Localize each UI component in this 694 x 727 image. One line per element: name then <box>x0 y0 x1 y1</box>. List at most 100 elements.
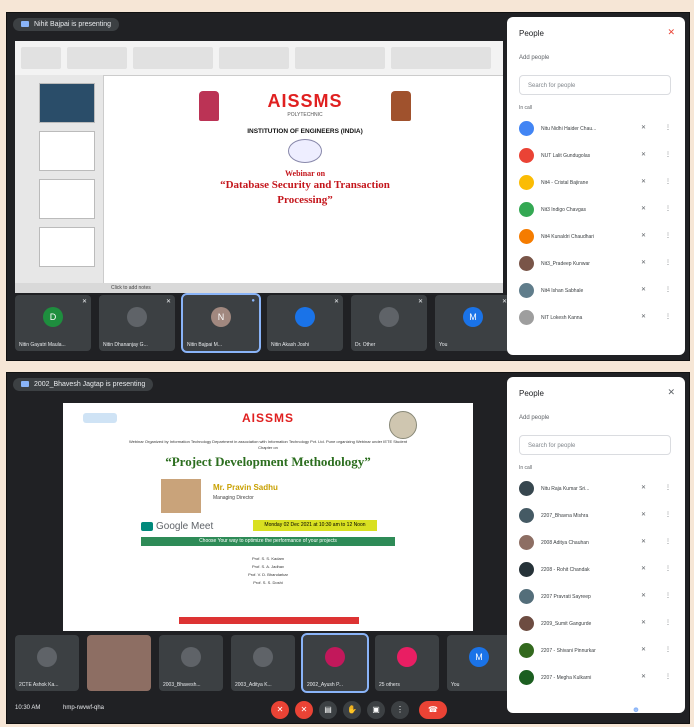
search-input[interactable]: Search for people <box>519 75 671 95</box>
present-button[interactable]: ▣ <box>367 701 385 719</box>
more-icon[interactable]: ⋮ <box>665 178 671 185</box>
participant-tile[interactable]: D ✕ Nitin Gayatri Maula... <box>15 295 91 351</box>
list-item[interactable]: 2207 - Shivani Pinnurkar ✕ ⋮ <box>517 639 677 666</box>
more-icon[interactable]: ⋮ <box>665 151 671 158</box>
avatar <box>519 310 534 325</box>
more-icon[interactable]: ⋮ <box>665 646 671 653</box>
list-item[interactable]: NIT Lokesh Kanna ✕ ⋮ <box>517 306 677 333</box>
camera-toggle-button[interactable]: ✕ <box>295 701 313 719</box>
mic-toggle-button[interactable]: ✕ <box>271 701 289 719</box>
list-item[interactable]: Nitu Raja Kumar Sri... ✕ ⋮ <box>517 477 677 504</box>
more-icon[interactable]: ⋮ <box>665 286 671 293</box>
partner-logo <box>83 413 117 423</box>
mic-off-icon: ✕ <box>641 485 647 491</box>
list-item[interactable]: Nit4 - Cristal Bajirane ✕ ⋮ <box>517 171 677 198</box>
meet-window-1: Nihit Bajpai is presenting AISSMS POLYTE… <box>6 12 690 361</box>
list-item[interactable]: Nit3_Pradeep Kunwar ✕ ⋮ <box>517 252 677 279</box>
more-icon[interactable]: ⋮ <box>665 619 671 626</box>
list-item[interactable]: Nit4 Kunaldri Chaudhari ✕ ⋮ <box>517 225 677 252</box>
list-item[interactable]: 2207 Pravrati Sayreep ✕ ⋮ <box>517 585 677 612</box>
more-icon[interactable]: ⋮ <box>665 313 671 320</box>
presenting-pill[interactable]: Nihit Bajpai is presenting <box>13 17 120 31</box>
more-icon[interactable]: ⋮ <box>665 565 671 572</box>
avatar: N <box>211 307 231 327</box>
avatar <box>127 307 147 327</box>
people-icon[interactable]: ☻ <box>627 701 645 719</box>
participant-tile[interactable]: 2003_Aditya K... <box>231 635 295 691</box>
notes-bar[interactable]: Click to add notes <box>15 283 503 293</box>
thumbnail[interactable] <box>39 227 95 267</box>
people-list: Nitu Nidhi Haider Chau... ✕ ⋮ NUT Lalit Gu… <box>517 117 677 333</box>
close-icon[interactable]: ✕ <box>667 387 675 398</box>
person-name: Nitu Raja Kumar Sri... <box>541 486 590 492</box>
search-input[interactable]: Search for people <box>519 435 671 455</box>
more-icon[interactable]: ⋮ <box>665 673 671 680</box>
participant-video[interactable] <box>87 635 151 691</box>
tile-name: Nitin Gayatri Maula... <box>19 342 66 348</box>
list-item[interactable]: 2008 Aditya Chauhan ✕ ⋮ <box>517 531 677 558</box>
more-icon[interactable]: ⋮ <box>665 259 671 266</box>
participant-tile-active[interactable]: 2002_Ayush P... <box>301 633 369 693</box>
more-options-button[interactable]: ⋮ <box>391 701 409 719</box>
more-icon[interactable]: ⋮ <box>665 484 671 491</box>
list-item[interactable]: 2207 - Megha Kulkarni ✕ ⋮ <box>517 666 677 693</box>
list-item[interactable]: 2208 - Rohit Chandak ✕ ⋮ <box>517 558 677 585</box>
slide-thumbnails <box>15 75 104 283</box>
tile-name: Dr. Other <box>355 342 376 348</box>
chat-icon[interactable]: ▭ <box>647 701 665 719</box>
avatar: M <box>469 647 489 667</box>
mic-off-icon: ✕ <box>165 299 171 305</box>
participant-tile[interactable]: M You <box>447 635 511 691</box>
more-icon[interactable]: ⋮ <box>665 205 671 212</box>
avatar <box>519 508 534 523</box>
list-item[interactable]: 2209_Sumit Gangurde ✕ ⋮ <box>517 612 677 639</box>
participant-tile[interactable]: 2CTE Ashok Ka... <box>15 635 79 691</box>
participant-tile[interactable]: M ✕ You <box>435 295 511 351</box>
others-tile[interactable]: 25 others <box>375 635 439 691</box>
participant-tile[interactable]: ✕ Nitin Dhananjay G... <box>99 295 175 351</box>
more-icon[interactable]: ⋮ <box>665 592 671 599</box>
list-item[interactable]: 2207_Bhavna Mishra ✕ ⋮ <box>517 504 677 531</box>
mic-off-icon: ✕ <box>641 593 647 599</box>
captions-button[interactable]: ▤ <box>319 701 337 719</box>
people-panel: People ✕ Add people Search for people In… <box>507 17 685 355</box>
list-item[interactable]: Nitu Nidhi Haider Chau... ✕ ⋮ <box>517 117 677 144</box>
list-item[interactable]: Nit4 Ishan Sabhale ✕ ⋮ <box>517 279 677 306</box>
speaker-photo <box>161 479 201 513</box>
person-name: Nit4 Kunaldri Chaudhari <box>541 234 595 240</box>
more-icon[interactable]: ⋮ <box>665 511 671 518</box>
mic-off-icon: ✕ <box>641 179 647 185</box>
participant-tile[interactable]: ✕ Nitin Akash Joshi <box>267 295 343 351</box>
activities-icon[interactable]: ▲ <box>667 701 685 719</box>
participant-tile[interactable]: ✕ Dr. Other <box>351 295 427 351</box>
more-icon[interactable]: ⋮ <box>665 124 671 131</box>
info-icon[interactable]: ⓘ <box>607 701 625 719</box>
avatar <box>181 647 201 667</box>
present-screen-icon <box>21 21 29 27</box>
coordinator: Prof. S. S. Kadam <box>251 556 284 561</box>
thumbnail[interactable] <box>39 83 95 123</box>
add-people-button[interactable]: Add people <box>519 55 549 61</box>
leave-call-button[interactable]: ☎ <box>419 701 447 719</box>
webinar-topic: “Database Security and Transaction Proce… <box>220 179 390 206</box>
close-icon[interactable]: ✕ <box>667 27 675 38</box>
avatar <box>519 148 534 163</box>
participant-tile[interactable]: 2003_Bhavesh... <box>159 635 223 691</box>
participant-tile-active[interactable]: N ● Nitin Bajpai M... <box>181 293 261 353</box>
avatar: D <box>43 307 63 327</box>
avatar <box>519 229 534 244</box>
raise-hand-button[interactable]: ✋ <box>343 701 361 719</box>
more-icon[interactable]: ⋮ <box>665 538 671 545</box>
avatar <box>519 202 534 217</box>
mic-off-icon: ✕ <box>641 620 647 626</box>
list-item[interactable]: NUT Lalit Gundugolas ✕ ⋮ <box>517 144 677 171</box>
thumbnail[interactable] <box>39 131 95 171</box>
avatar <box>519 256 534 271</box>
list-item[interactable]: Nit3 Indigo Chavgas ✕ ⋮ <box>517 198 677 225</box>
participant-strip: 2CTE Ashok Ka... 2003_Bhavesh... 2003_Ad… <box>15 633 511 697</box>
more-icon[interactable]: ⋮ <box>665 232 671 239</box>
people-title: People <box>519 389 544 398</box>
thumbnail[interactable] <box>39 179 95 219</box>
presenting-pill[interactable]: 2002_Bhavesh Jagtap is presenting <box>13 377 154 391</box>
add-people-button[interactable]: Add people <box>519 415 549 421</box>
